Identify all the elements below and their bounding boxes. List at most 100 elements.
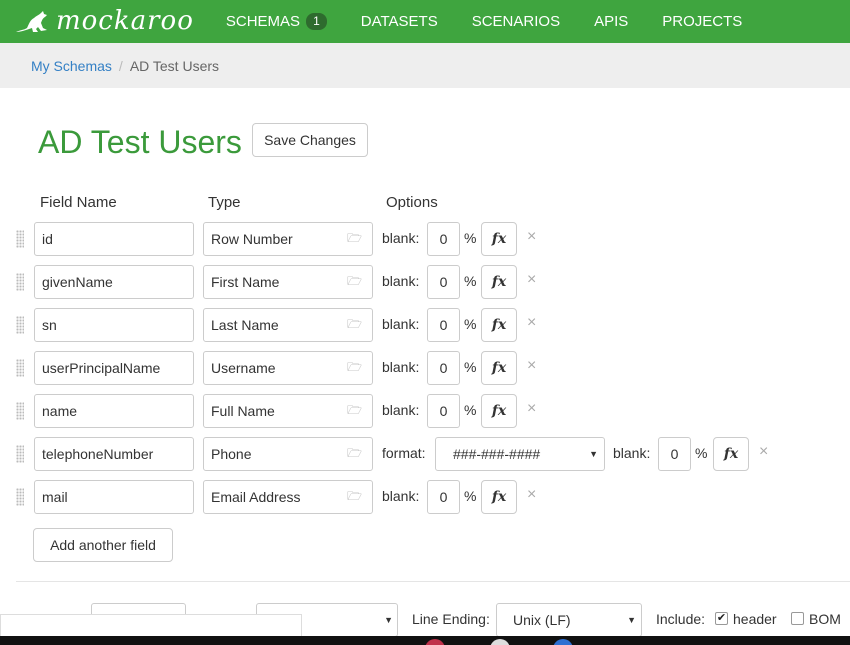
taskbar [0,636,850,645]
field-name-input[interactable]: id [34,222,194,256]
nav-datasets[interactable]: DATASETS [361,13,438,30]
formula-button[interactable]: fx [481,222,517,256]
schemas-count-badge: 1 [306,13,327,30]
dropdown-caret-icon: ▼ [384,615,393,625]
folder-icon: 🗁 [347,359,362,374]
blank-percent-input[interactable]: 0 [427,480,460,514]
formula-button[interactable]: fx [713,437,749,471]
nav-scenarios[interactable]: SCENARIOS [472,13,560,30]
folder-icon: 🗁 [347,230,362,245]
percent-sign: % [464,316,477,332]
nav-apis[interactable]: APIS [594,13,628,30]
phone-format-value: ###-###-#### [453,446,541,462]
drag-handle-icon[interactable] [16,273,24,291]
line-ending-select[interactable]: Unix (LF) ▼ [496,603,642,637]
blank-label: blank: [382,402,420,418]
formula-button[interactable]: fx [481,394,517,428]
field-name-input[interactable]: sn [34,308,194,342]
drag-handle-icon[interactable] [16,488,24,506]
field-type-select[interactable]: Phone 🗁 [203,437,373,471]
save-changes-button[interactable]: Save Changes [252,123,368,157]
field-type-select[interactable]: Username 🗁 [203,351,373,385]
delete-field-icon[interactable]: × [527,228,536,246]
line-ending-value: Unix (LF) [513,612,571,628]
breadcrumb: My Schemas / AD Test Users [0,43,850,88]
type-header: Type [208,194,241,211]
header-checkbox[interactable]: ✔ [715,612,728,625]
delete-field-icon[interactable]: × [527,486,536,504]
field-type-select[interactable]: Last Name 🗁 [203,308,373,342]
field-row: sn Last Name 🗁 blank: 0 % fx × [0,308,850,342]
percent-sign: % [464,402,477,418]
field-type-label: Username [211,360,276,376]
field-type-select[interactable]: Full Name 🗁 [203,394,373,428]
delete-field-icon[interactable]: × [527,271,536,289]
blank-percent-input[interactable]: 0 [427,265,460,299]
drag-handle-icon[interactable] [16,445,24,463]
field-name-header: Field Name [40,194,117,211]
field-row: userPrincipalName Username 🗁 blank: 0 % f… [0,351,850,385]
include-label: Include: [656,611,706,627]
nav-schemas[interactable]: SCHEMAS 1 [226,13,327,30]
add-another-field-button[interactable]: Add another field [33,528,173,562]
field-row: telephoneNumber Phone 🗁 format: ###-###-#… [0,437,850,471]
nav-schemas-label: SCHEMAS [225,13,301,30]
kangaroo-icon [16,10,47,32]
blank-percent-input[interactable]: 0 [427,308,460,342]
brand-logo[interactable]: mockaroo [14,0,194,43]
field-type-label: Row Number [211,231,293,247]
blank-label: blank: [382,273,420,289]
field-type-select[interactable]: Row Number 🗁 [203,222,373,256]
breadcrumb-my-schemas[interactable]: My Schemas [31,58,112,74]
drag-handle-icon[interactable] [16,359,24,377]
field-name-input[interactable]: name [34,394,194,428]
formula-button[interactable]: fx [481,265,517,299]
options-header: Options [386,194,438,211]
dropdown-caret-icon: ▼ [589,449,598,459]
format-label: format: [382,445,426,461]
delete-field-icon[interactable]: × [527,357,536,375]
field-row: id Row Number 🗁 blank: 0 % fx × [0,222,850,256]
top-navbar: mockaroo SCHEMAS 1 DATASETS SCENARIOS AP… [0,0,850,43]
dropdown-caret-icon: ▼ [627,615,636,625]
percent-sign: % [464,359,477,375]
percent-sign: % [464,273,477,289]
field-name-input[interactable]: givenName [34,265,194,299]
blank-label: blank: [382,488,420,504]
section-divider [16,581,850,582]
delete-field-icon[interactable]: × [527,400,536,418]
field-type-label: Full Name [211,403,275,419]
drag-handle-icon[interactable] [16,316,24,334]
field-type-select[interactable]: Email Address 🗁 [203,480,373,514]
field-name-input[interactable]: userPrincipalName [34,351,194,385]
folder-icon: 🗁 [347,273,362,288]
delete-field-icon[interactable]: × [527,314,536,332]
folder-icon: 🗁 [347,316,362,331]
formula-button[interactable]: fx [481,480,517,514]
nav-projects[interactable]: PROJECTS [662,13,742,30]
blank-percent-input[interactable]: 0 [427,351,460,385]
blank-percent-input[interactable]: 0 [427,222,460,256]
blank-percent-input[interactable]: 0 [658,437,691,471]
blank-label: blank: [613,445,651,461]
field-type-label: Email Address [211,489,301,505]
phone-format-select[interactable]: ###-###-#### ▼ [435,437,605,471]
blank-label: blank: [382,359,420,375]
percent-sign: % [464,230,477,246]
formula-button[interactable]: fx [481,351,517,385]
blank-percent-input[interactable]: 0 [427,394,460,428]
field-row: name Full Name 🗁 blank: 0 % fx × [0,394,850,428]
line-ending-label: Line Ending: [412,611,490,627]
delete-field-icon[interactable]: × [759,443,768,461]
blank-label: blank: [382,230,420,246]
formula-button[interactable]: fx [481,308,517,342]
brand-wordmark: mockaroo [56,6,194,36]
field-name-input[interactable]: mail [34,480,194,514]
field-name-input[interactable]: telephoneNumber [34,437,194,471]
bom-checkbox[interactable] [791,612,804,625]
field-type-label: Last Name [211,317,279,333]
field-type-select[interactable]: First Name 🗁 [203,265,373,299]
drag-handle-icon[interactable] [16,402,24,420]
drag-handle-icon[interactable] [16,230,24,248]
header-checkbox-label: header [733,611,777,627]
